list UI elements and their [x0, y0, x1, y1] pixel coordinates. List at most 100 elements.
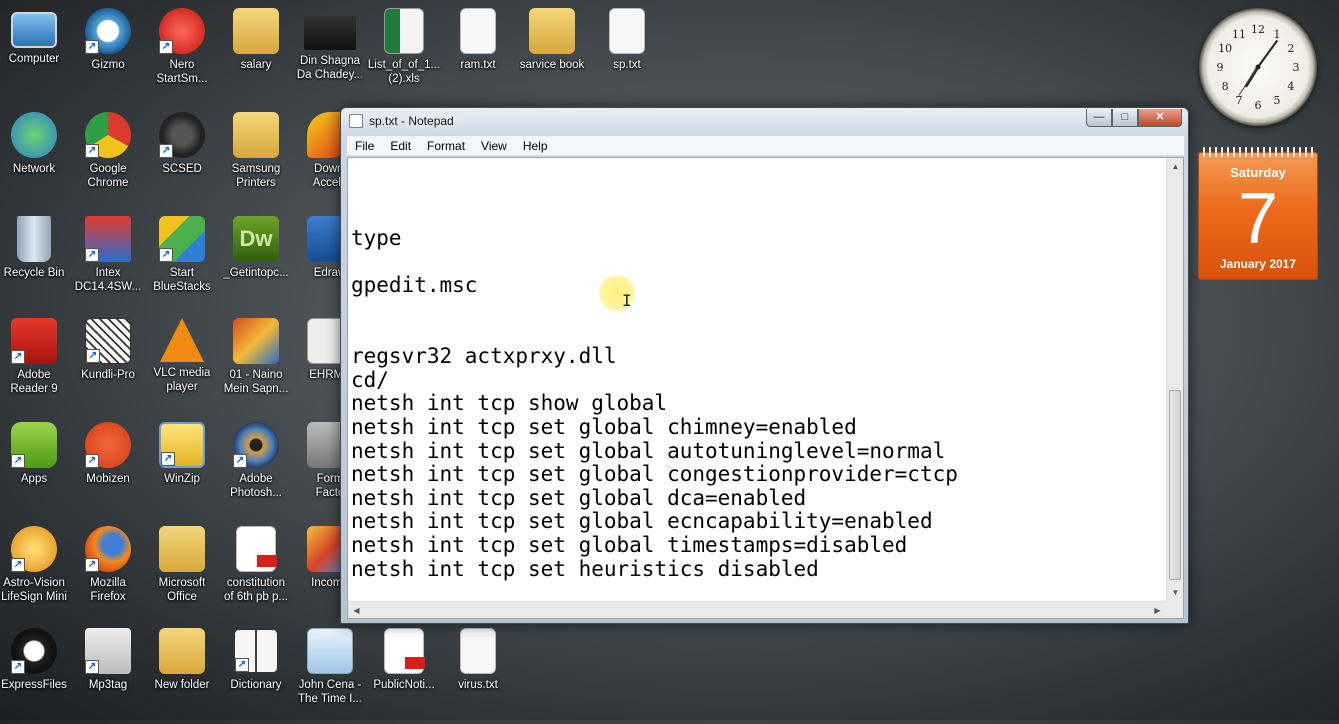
scroll-left-arrow-icon[interactable]: ◀: [348, 602, 365, 619]
clock-numeral: 9: [1217, 61, 1224, 74]
desktop-icon-bluestacks[interactable]: ↗ Start BlueStacks: [144, 212, 220, 312]
text-area[interactable]: type gpedit.msc regsvr32 actxprxy.dll cd/ne…: [348, 158, 1166, 601]
pdf-document-icon: [384, 628, 425, 674]
desktop-icon-scsed[interactable]: ↗ SCSED: [144, 108, 220, 208]
clock-numeral: 5: [1274, 94, 1281, 107]
winzip-icon: ↗: [159, 422, 205, 468]
desktop-icon-list-of-xls[interactable]: List_of_of_1... (2).xls: [366, 4, 442, 104]
adobe-reader-icon: ↗: [11, 318, 57, 364]
text-line: gpedit.msc: [351, 273, 478, 298]
text-line: [351, 180, 1166, 204]
desktop-icon-computer[interactable]: Computer: [0, 4, 72, 104]
text-line: netsh int tcp set global autotuninglevel…: [351, 438, 946, 463]
scsed-icon: ↗: [159, 112, 205, 158]
clock-numeral: 8: [1222, 80, 1229, 93]
calendar-month: January 2017: [1219, 257, 1297, 271]
minimize-button[interactable]: —: [1086, 109, 1112, 127]
audio-file-icon: [307, 628, 353, 674]
desktop-icon-nero[interactable]: ↗ Nero StartSm...: [144, 4, 220, 104]
desktop-icon-vlc[interactable]: VLC media player: [144, 314, 220, 414]
desktop-icon-salary[interactable]: salary: [218, 4, 294, 104]
text-line: [351, 204, 1166, 228]
pdf-document-icon: [236, 526, 277, 572]
notepad-icon: [349, 114, 363, 128]
window-title: sp.txt - Notepad: [369, 114, 454, 128]
desktop-icon-naino-mein-sapna[interactable]: 01 - Naino Mein Sapn...: [218, 314, 294, 414]
menu-file[interactable]: File: [347, 136, 382, 156]
desktop-icon-network[interactable]: Network: [0, 108, 72, 208]
desktop-icon-adobe-photoshop[interactable]: ↗ Adobe Photosh...: [218, 418, 294, 518]
desktop-icon-sp-txt[interactable]: sp.txt: [589, 4, 665, 104]
scrollbar-corner: [1166, 601, 1183, 618]
text-line: netsh int tcp set global timestamps=disa…: [351, 532, 908, 557]
desktop-icon-dictionary[interactable]: ↗ Dictionary: [218, 624, 294, 724]
clock-numeral: 7: [1236, 94, 1243, 107]
desktop-icon-astro-vision[interactable]: ↗ Astro-Vision LifeSign Mini: [0, 522, 72, 622]
clock-numeral: 4: [1287, 80, 1294, 93]
computer-icon: [11, 12, 57, 48]
desktop-icon-google-chrome[interactable]: ↗ Google Chrome: [70, 108, 146, 208]
text-line: cd/: [351, 367, 389, 392]
desktop-icon-intex[interactable]: ↗ Intex DC14.4SW...: [70, 212, 146, 312]
vertical-scrollbar[interactable]: ▲ ▼: [1166, 158, 1183, 601]
desktop-icon-virus-txt[interactable]: virus.txt: [440, 624, 516, 724]
menu-edit[interactable]: Edit: [382, 136, 419, 156]
text-file-icon: [460, 8, 496, 54]
desktop-icon-constitution-pdf[interactable]: constitution of 6th pb p...: [218, 522, 294, 622]
text-file-icon: [460, 628, 496, 674]
menu-help[interactable]: Help: [515, 136, 556, 156]
clock-gadget[interactable]: 12 1 2 3 4 5 6 7 8 9 10 11: [1199, 8, 1317, 126]
desktop-icon-gizmo[interactable]: ↗ Gizmo: [70, 4, 146, 104]
desktop-icon-samsung-printers[interactable]: Samsung Printers: [218, 108, 294, 208]
calendar-gadget[interactable]: Saturday 7 January 2017: [1198, 147, 1318, 280]
maximize-button[interactable]: □: [1112, 109, 1138, 127]
text-cursor-icon: I: [622, 291, 632, 310]
desktop-icon-sarvice-book[interactable]: sarvice book: [514, 4, 590, 104]
desktop-icon-adobe-reader[interactable]: ↗ Adobe Reader 9: [0, 314, 72, 414]
intex-icon: ↗: [85, 216, 131, 262]
close-button[interactable]: ✕: [1138, 109, 1182, 127]
dreamweaver-icon: Dw: [233, 216, 279, 262]
android-apps-icon: ↗: [11, 422, 57, 468]
folder-icon: [233, 112, 279, 158]
desktop-icon-recycle-bin[interactable]: Recycle Bin: [0, 212, 72, 312]
recycle-bin-icon: [17, 216, 51, 262]
text-line: netsh int tcp set global chimney=enabled: [351, 414, 857, 439]
scroll-right-arrow-icon[interactable]: ▶: [1149, 602, 1166, 619]
desktop-icon-kundli-pro[interactable]: ↗ Kundli-Pro: [70, 314, 146, 414]
desktop-icon-expressfiles[interactable]: ↗ ExpressFiles: [0, 624, 72, 724]
menu-format[interactable]: Format: [419, 136, 473, 156]
second-hand: [1238, 66, 1259, 96]
window-controls: — □ ✕: [1086, 109, 1182, 127]
desktop-icon-ram-txt[interactable]: ram.txt: [440, 4, 516, 104]
desktop-icon-microsoft-office[interactable]: Microsoft Office: [144, 522, 220, 622]
text-line: [351, 251, 1166, 275]
clock-face: 12 12 3 45678 9 1011: [1217, 23, 1300, 112]
text-line: regsvr32 actxprxy.dll: [351, 344, 617, 369]
desktop-icon-mp3tag[interactable]: ↗ Mp3tag: [70, 624, 146, 724]
text-editor[interactable]: type gpedit.msc regsvr32 actxprxy.dll cd/ne…: [347, 157, 1184, 619]
scroll-down-arrow-icon[interactable]: ▼: [1167, 584, 1184, 601]
horizontal-scrollbar[interactable]: ◀ ▶: [348, 601, 1166, 618]
video-thumbnail-icon: [304, 16, 356, 50]
desktop-icon-john-cena[interactable]: John Cena - The Time I...: [292, 624, 368, 724]
desktop-icon-din-shagna[interactable]: Din Shagna Da Chadey...: [292, 4, 368, 104]
scroll-up-arrow-icon[interactable]: ▲: [1167, 158, 1184, 175]
mp3tag-icon: ↗: [85, 628, 131, 674]
video-thumbnail-icon: [233, 318, 279, 364]
desktop-icon-publicnotice[interactable]: PublicNoti...: [366, 624, 442, 724]
menu-view[interactable]: View: [473, 136, 515, 156]
title-bar[interactable]: sp.txt - Notepad — □ ✕: [341, 108, 1188, 134]
desktop-icon-winzip[interactable]: ↗ WinZip: [144, 418, 220, 518]
desktop-icon-apps[interactable]: ↗ Apps: [0, 418, 72, 518]
firefox-icon: ↗: [85, 526, 131, 572]
desktop-icon-new-folder[interactable]: New folder: [144, 624, 220, 724]
notepad-window[interactable]: sp.txt - Notepad — □ ✕ File Edit Format …: [340, 107, 1189, 624]
desktop-icon-dreamweaver[interactable]: Dw _Getintopc...: [218, 212, 294, 312]
clock-center: [1255, 64, 1261, 70]
folder-icon: [233, 8, 279, 54]
vertical-scroll-thumb[interactable]: [1169, 390, 1181, 580]
clock-numeral: 11: [1232, 28, 1246, 41]
desktop-icon-mobizen[interactable]: ↗ Mobizen: [70, 418, 146, 518]
desktop-icon-mozilla-firefox[interactable]: ↗ Mozilla Firefox: [70, 522, 146, 622]
